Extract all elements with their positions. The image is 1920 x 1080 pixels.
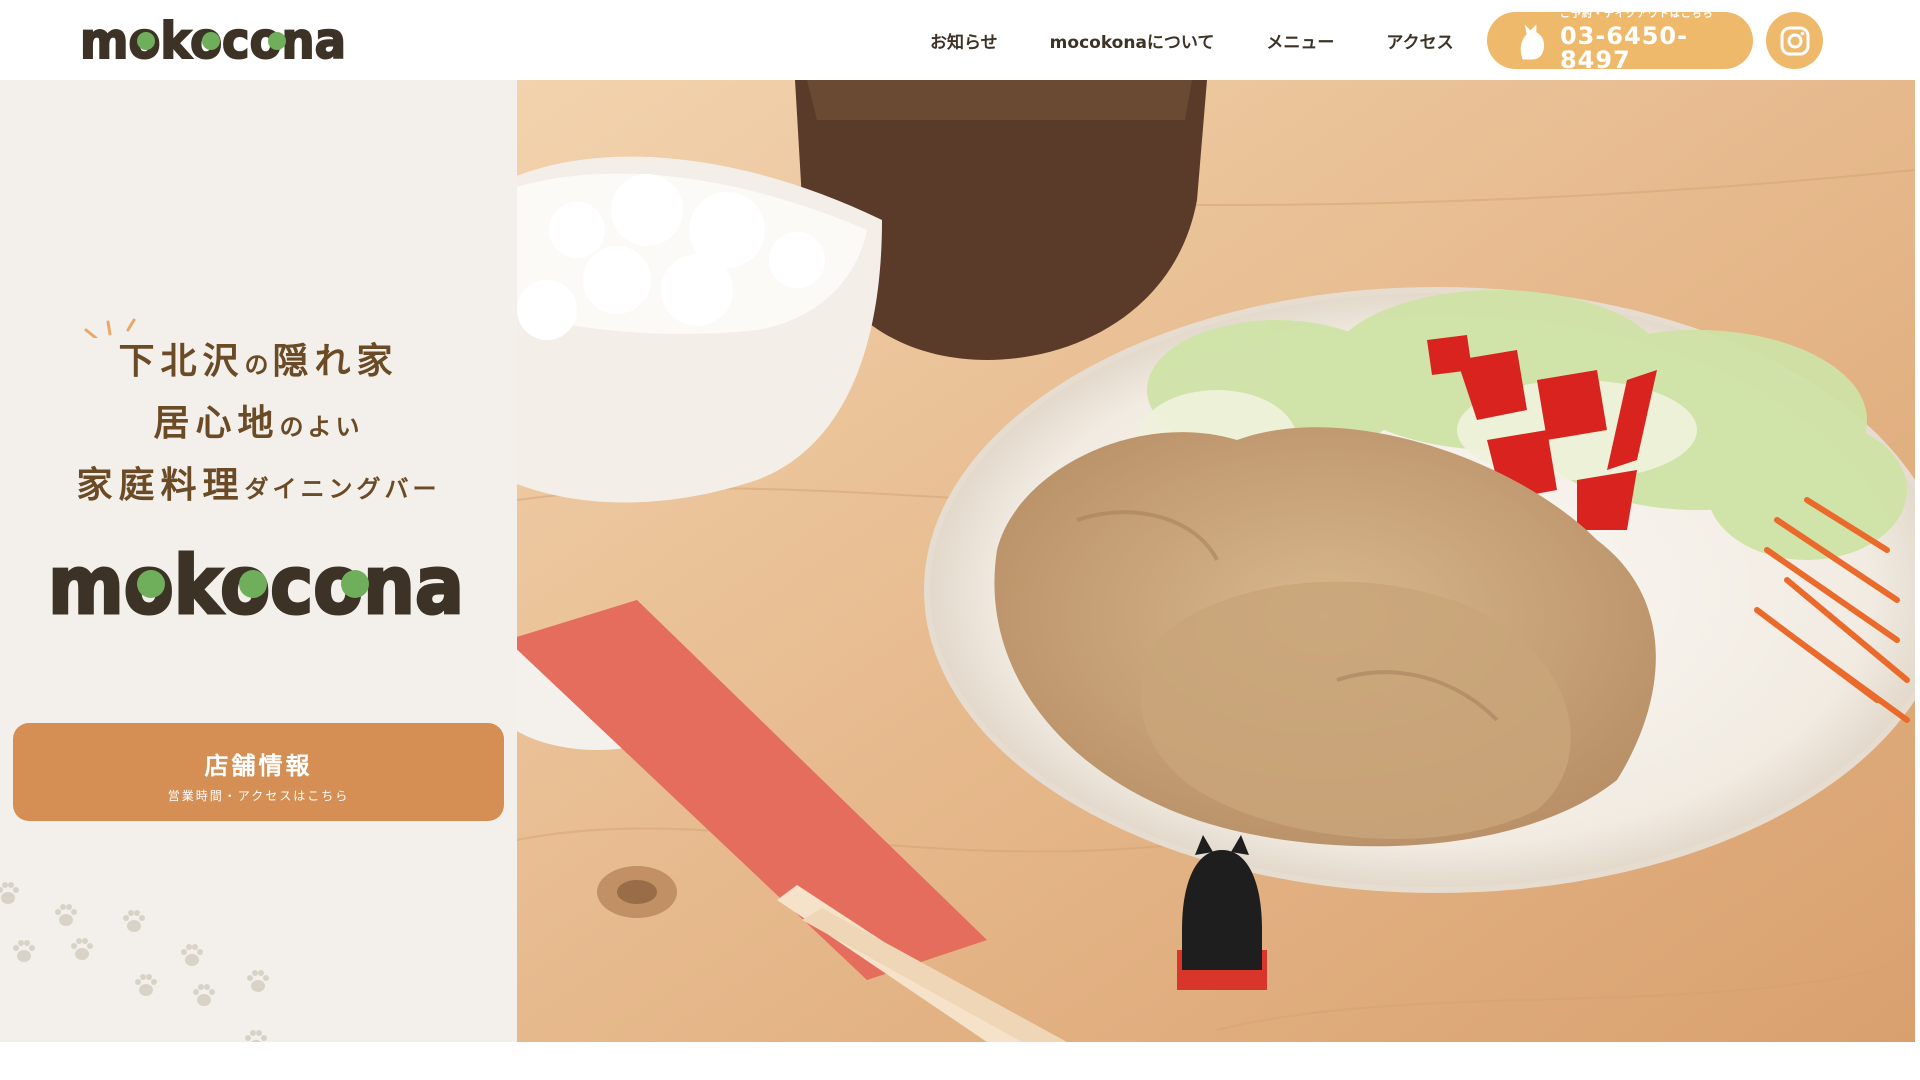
logo-dot-icon <box>268 32 286 50</box>
nav-access[interactable]: アクセス <box>1386 28 1453 53</box>
paw-icon <box>247 970 269 992</box>
store-info-title: 店舗情報 <box>204 752 313 780</box>
paw-icon <box>71 938 93 960</box>
nav-about[interactable]: mocokonaについて <box>1050 28 1215 53</box>
tagline-text: 家庭料理 <box>76 464 245 506</box>
paw-icon <box>55 904 77 926</box>
site-logo[interactable]: mokocona <box>80 10 350 66</box>
reservation-phone-button[interactable]: ご予約・テイクアウトはこちら 03-6450-8497 <box>1487 8 1753 74</box>
store-info-subtitle: 営業時間・アクセスはこちら <box>167 789 350 803</box>
nav-news[interactable]: お知らせ <box>930 28 998 53</box>
paw-icon <box>181 944 203 966</box>
logo-dot-icon <box>239 570 267 598</box>
instagram-icon <box>1780 26 1809 55</box>
ginger-pork-meal-photo <box>517 80 1915 1042</box>
paw-icon <box>123 910 145 932</box>
paw-icon <box>0 882 19 904</box>
store-info-button[interactable]: 店舗情報 営業時間・アクセスはこちら <box>13 723 504 821</box>
instagram-button[interactable] <box>1766 12 1823 69</box>
tagline-text: 下北沢 <box>118 340 245 382</box>
phone-text-block: ご予約・テイクアウトはこちら 03-6450-8497 <box>1559 8 1753 74</box>
paw-icon <box>135 974 157 996</box>
hero-intro-panel: 下北沢の隠れ家 居心地のよい 家庭料理ダイニングバー mokocona <box>0 80 517 1042</box>
hero-logo: mokocona <box>48 538 466 626</box>
logo-dot-icon <box>137 570 165 598</box>
hero-tagline: 下北沢の隠れ家 居心地のよい 家庭料理ダイニングバー <box>0 330 517 516</box>
logo-dot-icon <box>137 32 155 50</box>
site-header: mokocona お知らせ mocokonaについて メニュー アクセス ご予約… <box>0 0 1920 80</box>
tagline-line-2: 居心地のよい <box>0 392 517 454</box>
main-nav: お知らせ mocokonaについて メニュー アクセス <box>930 0 1454 80</box>
page-edge <box>1915 80 1920 1042</box>
logo-dot-icon <box>202 32 220 50</box>
phone-number: 03-6450-8497 <box>1559 21 1689 74</box>
tagline-line-3: 家庭料理ダイニングバー <box>0 454 517 516</box>
hero-food-photo <box>517 80 1915 1042</box>
tagline-text: の <box>244 350 273 379</box>
paw-icon <box>245 1030 267 1042</box>
nav-menu[interactable]: メニュー <box>1266 28 1334 53</box>
tagline-text: 隠れ家 <box>272 340 399 382</box>
phone-caption: ご予約・テイクアウトはこちら <box>1559 8 1714 20</box>
tagline-text: のよい <box>279 412 364 441</box>
cat-silhouette-icon <box>1520 24 1545 59</box>
paw-icon <box>13 940 35 962</box>
tagline-text: 居心地 <box>153 402 280 444</box>
logo-dot-icon <box>341 570 369 598</box>
tagline-text: ダイニングバー <box>244 474 441 503</box>
paw-icon <box>193 984 215 1006</box>
tagline-line-1: 下北沢の隠れ家 <box>0 330 517 392</box>
